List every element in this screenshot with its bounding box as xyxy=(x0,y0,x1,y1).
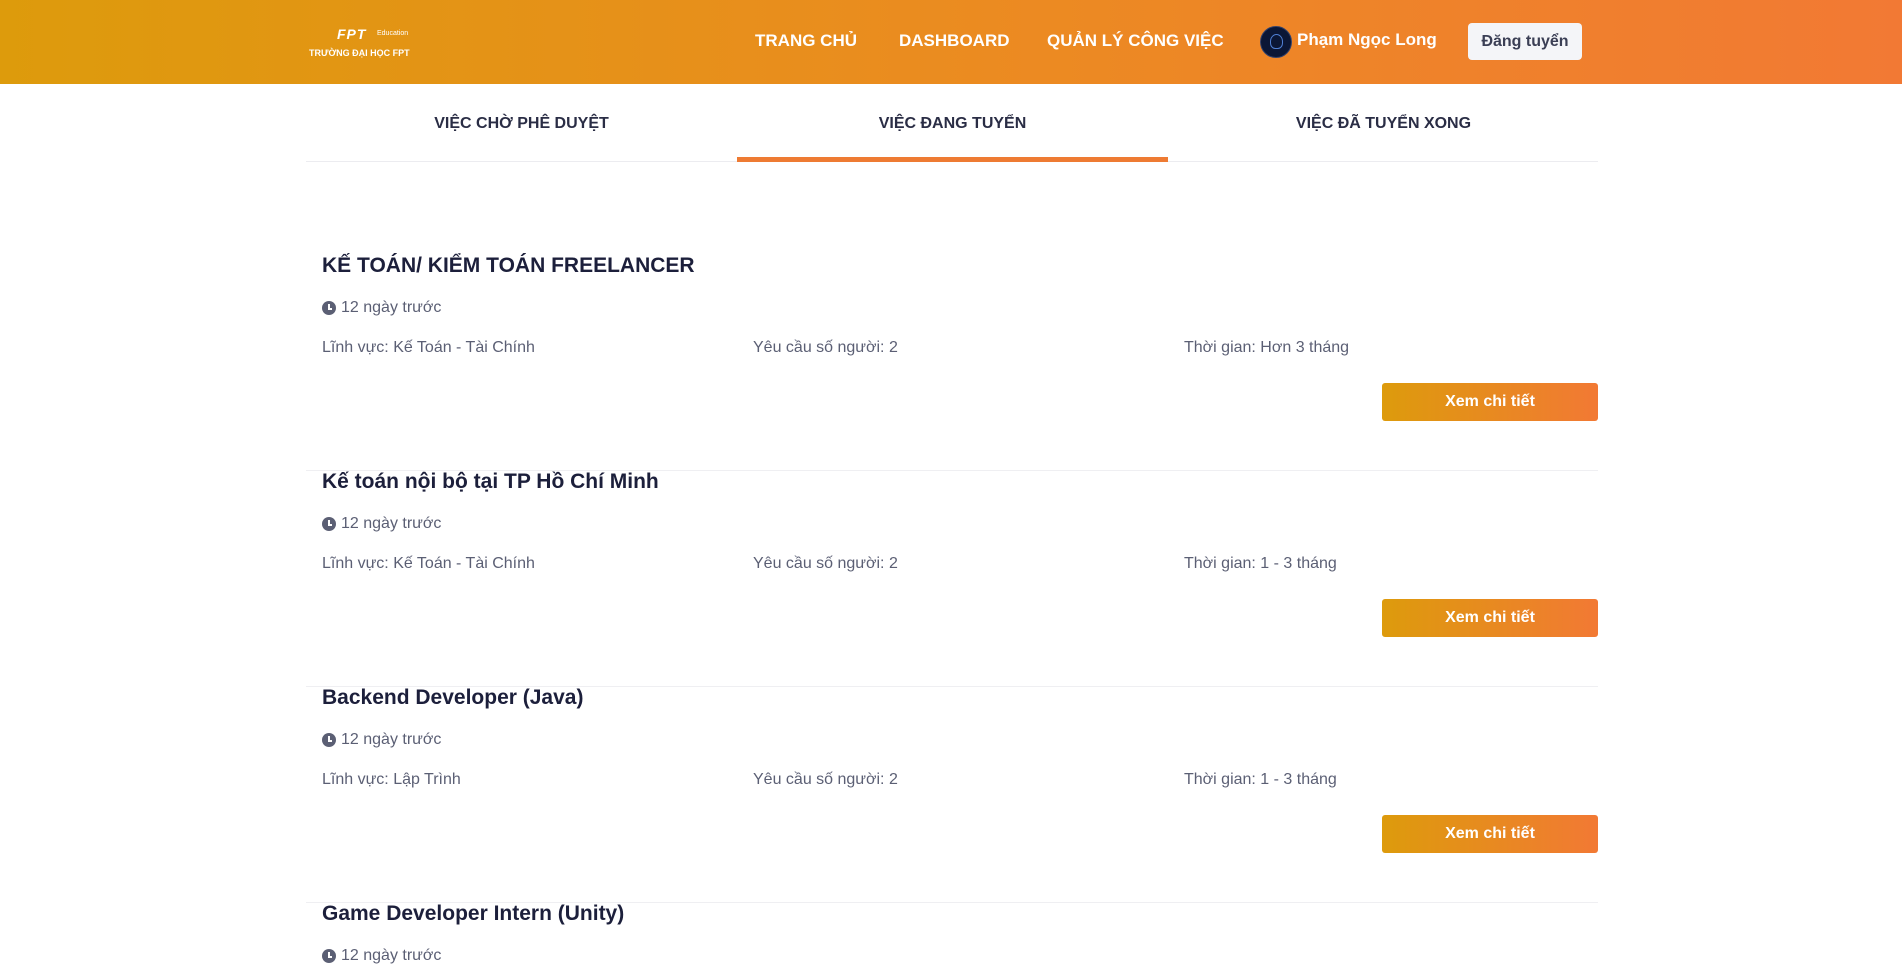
view-detail-button[interactable]: Xem chi tiết xyxy=(1382,383,1598,421)
clock-icon xyxy=(322,733,336,747)
job-field: Lĩnh vực: Kế Toán - Tài Chính xyxy=(322,339,535,356)
job-status-tabs: VIỆC CHỜ PHÊ DUYỆT VIỆC ĐANG TUYỂN VIỆC … xyxy=(306,84,1598,162)
clock-icon xyxy=(322,949,336,963)
logo-mark: FPT xyxy=(337,26,367,42)
job-time-text: 12 ngày trước xyxy=(341,947,442,964)
job-title[interactable]: Backend Developer (Java) xyxy=(322,686,583,710)
job-title[interactable]: Game Developer Intern (Unity) xyxy=(322,902,624,926)
job-posted-time: 12 ngày trước xyxy=(322,731,441,749)
tab-recruiting[interactable]: VIỆC ĐANG TUYỂN xyxy=(737,84,1168,162)
logo-edu: Education xyxy=(377,30,409,37)
view-detail-button[interactable]: Xem chi tiết xyxy=(1382,599,1598,637)
job-people: Yêu cầu số người: 2 xyxy=(753,771,898,788)
job-time-text: 12 ngày trước xyxy=(341,731,442,748)
post-job-button[interactable]: Đăng tuyển xyxy=(1468,23,1582,60)
tab-pending-approval[interactable]: VIỆC CHỜ PHÊ DUYỆT xyxy=(306,84,737,161)
job-card: Game Developer Intern (Unity) 12 ngày tr… xyxy=(306,902,1598,967)
job-time-text: 12 ngày trước xyxy=(341,299,442,316)
job-field: Lĩnh vực: Kế Toán - Tài Chính xyxy=(322,555,535,572)
job-title[interactable]: KẾ TOÁN/ KIỂM TOÁN FREELANCER xyxy=(322,254,695,278)
top-header: FPT Education TRƯỜNG ĐẠI HỌC FPT TRANG C… xyxy=(0,0,1902,84)
job-posted-time: 12 ngày trước xyxy=(322,299,441,317)
job-card: Backend Developer (Java) 12 ngày trước L… xyxy=(306,686,1598,903)
nav-job-management[interactable]: QUẢN LÝ CÔNG VIỆC xyxy=(1047,31,1224,51)
job-posted-time: 12 ngày trước xyxy=(322,515,441,533)
job-duration: Thời gian: Hơn 3 tháng xyxy=(1184,339,1350,356)
logo-school-name: TRƯỜNG ĐẠI HỌC FPT xyxy=(309,48,410,58)
job-title[interactable]: Kế toán nội bộ tại TP Hồ Chí Minh xyxy=(322,470,659,494)
job-time-text: 12 ngày trước xyxy=(341,515,442,532)
job-card: Kế toán nội bộ tại TP Hồ Chí Minh 12 ngà… xyxy=(306,470,1598,687)
nav-dashboard[interactable]: DASHBOARD xyxy=(899,31,1010,51)
nav-home[interactable]: TRANG CHỦ xyxy=(755,31,857,51)
job-duration: Thời gian: 1 - 3 tháng xyxy=(1184,771,1337,788)
job-posted-time: 12 ngày trước xyxy=(322,947,441,965)
user-name[interactable]: Phạm Ngọc Long xyxy=(1297,30,1437,50)
job-people: Yêu cầu số người: 2 xyxy=(753,555,898,572)
job-field: Lĩnh vực: Lập Trình xyxy=(322,771,461,788)
job-people: Yêu cầu số người: 2 xyxy=(753,339,898,356)
clock-icon xyxy=(322,301,336,315)
fpt-logo[interactable]: FPT Education TRƯỜNG ĐẠI HỌC FPT xyxy=(309,26,424,62)
tab-recruited[interactable]: VIỆC ĐÃ TUYỂN XONG xyxy=(1168,84,1599,161)
clock-icon xyxy=(322,517,336,531)
job-card: KẾ TOÁN/ KIỂM TOÁN FREELANCER 12 ngày tr… xyxy=(306,254,1598,471)
view-detail-button[interactable]: Xem chi tiết xyxy=(1382,815,1598,853)
user-avatar[interactable] xyxy=(1260,26,1292,58)
job-duration: Thời gian: 1 - 3 tháng xyxy=(1184,555,1337,572)
